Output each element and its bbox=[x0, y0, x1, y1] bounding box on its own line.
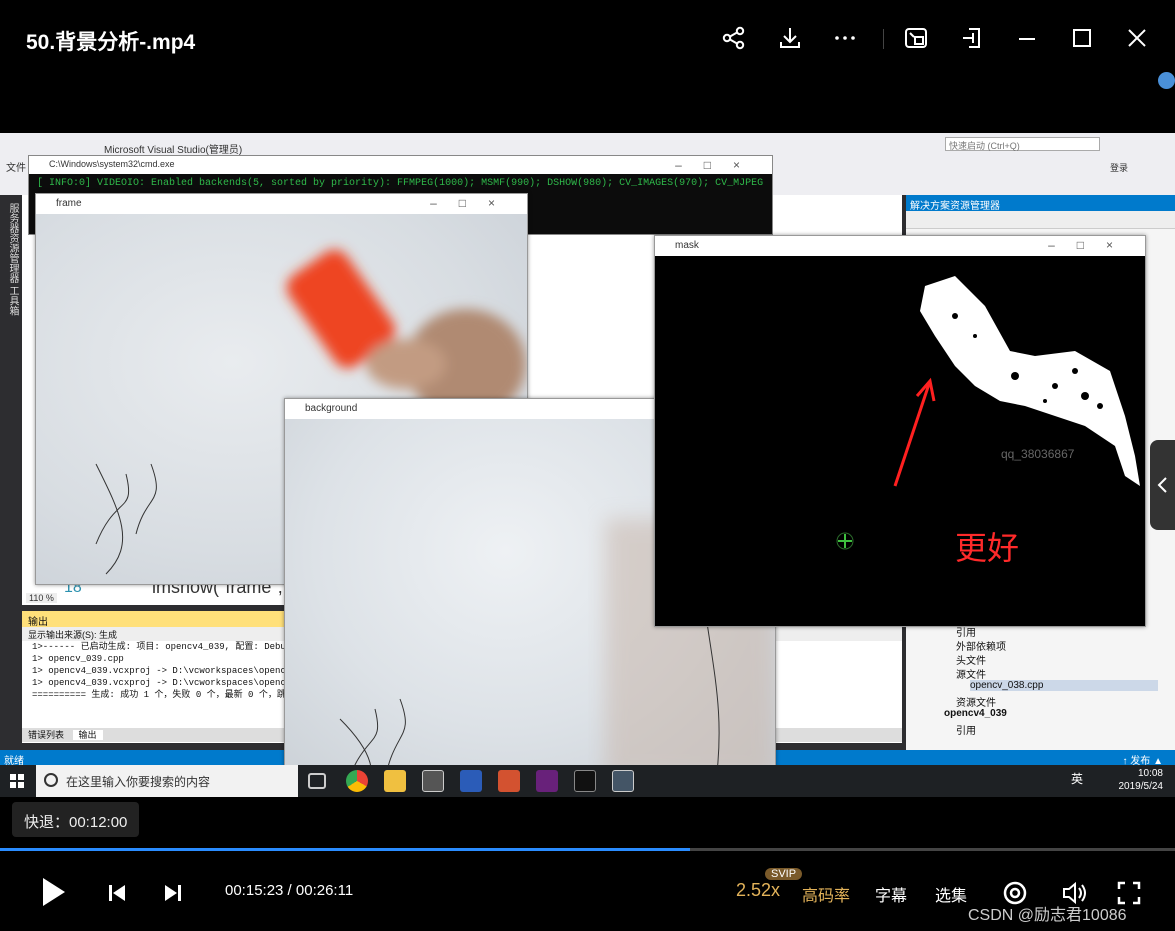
tray-time: 10:08 bbox=[1137, 768, 1163, 779]
seek-tooltip: 快退：00:12:00 bbox=[12, 802, 140, 837]
skip-next-icon bbox=[165, 885, 181, 901]
taskbar-search-text: 在这里输入你要搜索的内容 bbox=[66, 775, 211, 789]
chevron-left-icon bbox=[1157, 477, 1167, 493]
tree-item: 头文件 bbox=[956, 656, 986, 667]
mask-watermark: qq_38036867 bbox=[1001, 447, 1075, 461]
calendar-icon bbox=[422, 770, 444, 792]
cmd-window-controls: –□× bbox=[675, 158, 762, 172]
output-source-label: 显示输出来源(S): bbox=[28, 630, 97, 640]
share-icon[interactable] bbox=[718, 22, 750, 54]
speed-button[interactable]: 2.52x bbox=[736, 880, 780, 901]
previous-button[interactable] bbox=[104, 880, 130, 906]
tray-language: 英 bbox=[1070, 772, 1083, 786]
annotation-text: 更好 bbox=[955, 530, 1020, 566]
tray-date: 2019/5/24 bbox=[1118, 781, 1164, 792]
video-frame[interactable]: Microsoft Visual Studio(管理员) 文件 快速启动 (Ct… bbox=[0, 133, 1175, 797]
quality-button[interactable]: 高码率 bbox=[802, 882, 850, 906]
windows-start-icon bbox=[10, 774, 24, 788]
vs-login: 登录 bbox=[1110, 163, 1129, 173]
playback-time: 00:15:23 / 00:26:11 bbox=[225, 882, 354, 899]
vs-title: Microsoft Visual Studio(管理员) bbox=[104, 145, 243, 156]
maximize-icon[interactable] bbox=[1066, 22, 1098, 54]
frame-window-title: frame bbox=[56, 198, 82, 209]
frame-window-titlebar: frame –□× bbox=[36, 194, 527, 214]
vs-left-toolbar-text: 服务器资源管理器 工具箱 bbox=[7, 203, 18, 316]
subtitle-button[interactable]: 字幕 bbox=[875, 882, 907, 906]
tree-item: 资源文件 bbox=[956, 698, 996, 709]
progress-fill bbox=[0, 848, 690, 851]
picture-in-picture-icon[interactable] bbox=[900, 22, 932, 54]
title-bar: 50.背景分析-.mp4 bbox=[0, 0, 1175, 78]
tree-item-selected: opencv_038.cpp bbox=[970, 680, 1158, 691]
mask-window: mask –□× bbox=[654, 235, 1146, 627]
frame-window-controls: –□× bbox=[430, 196, 517, 210]
svip-badge: SVIP bbox=[765, 868, 803, 880]
windows-taskbar: 在这里输入你要搜索的内容 英 10:08 2019/5/24 bbox=[0, 765, 1175, 797]
app-icon bbox=[460, 770, 482, 792]
vs-file-menu: 文件 bbox=[6, 163, 26, 174]
visual-studio-icon bbox=[536, 770, 558, 792]
chrome-icon bbox=[346, 770, 368, 792]
cmd-title-text: C:\Windows\system32\cmd.exe bbox=[49, 159, 175, 169]
cmd-output: [ INFO:0] VIDEOIO: Enabled backends(5, s… bbox=[37, 178, 764, 189]
tree-item-project: opencv4_039 bbox=[944, 708, 1007, 719]
toolbar-separator bbox=[883, 29, 884, 49]
file-explorer-icon bbox=[384, 770, 406, 792]
tab-error-list: 错误列表 bbox=[28, 730, 65, 740]
vs-quick-launch: 快速启动 (Ctrl+Q) bbox=[945, 137, 1100, 151]
taskbar-search: 在这里输入你要搜索的内容 bbox=[36, 765, 298, 797]
episodes-button[interactable]: 选集 bbox=[935, 882, 967, 906]
vs-left-toolbar: 服务器资源管理器 工具箱 bbox=[0, 195, 22, 755]
mask-window-title: mask bbox=[675, 240, 699, 251]
floating-ball-icon[interactable] bbox=[1158, 72, 1175, 89]
mask-window-controls: –□× bbox=[1048, 238, 1135, 252]
side-panel-toggle[interactable] bbox=[1150, 440, 1175, 530]
task-view-icon bbox=[308, 773, 326, 789]
background-window-title: background bbox=[305, 403, 358, 414]
tree-item: 引用 bbox=[956, 726, 976, 737]
skip-previous-icon bbox=[109, 885, 125, 901]
system-tray: 英 10:08 2019/5/24 bbox=[1071, 767, 1164, 793]
solution-explorer-toolbar bbox=[906, 211, 1175, 229]
zoom-level: 110 % bbox=[26, 593, 57, 603]
output-source-value: 生成 bbox=[99, 630, 118, 640]
solution-explorer-title: 解决方案资源管理器 bbox=[906, 195, 1175, 212]
next-button[interactable] bbox=[160, 880, 186, 906]
pin-window-icon[interactable] bbox=[956, 22, 988, 54]
download-icon[interactable] bbox=[774, 22, 806, 54]
cmd-icon bbox=[574, 770, 596, 792]
progress-bar[interactable] bbox=[0, 848, 1175, 851]
more-icon[interactable] bbox=[829, 22, 861, 54]
cortana-icon bbox=[44, 773, 58, 787]
opencv-window-icon bbox=[612, 770, 634, 792]
video-title: 50.背景分析-.mp4 bbox=[26, 31, 196, 54]
close-icon[interactable] bbox=[1121, 22, 1153, 54]
csdn-watermark: CSDN @励志君10086 bbox=[968, 907, 1127, 924]
tab-output: 输出 bbox=[72, 730, 103, 740]
tree-item: 外部依赖项 bbox=[956, 642, 1006, 653]
play-icon bbox=[43, 878, 65, 906]
minimize-icon[interactable] bbox=[1011, 22, 1043, 54]
mask-image bbox=[655, 256, 1145, 626]
mask-window-titlebar: mask –□× bbox=[655, 236, 1145, 256]
tree-item: 源文件 bbox=[956, 670, 986, 681]
powerpoint-icon bbox=[498, 770, 520, 792]
play-button[interactable] bbox=[36, 875, 70, 909]
cmd-title: C:\Windows\system32\cmd.exe –□× bbox=[29, 156, 772, 174]
